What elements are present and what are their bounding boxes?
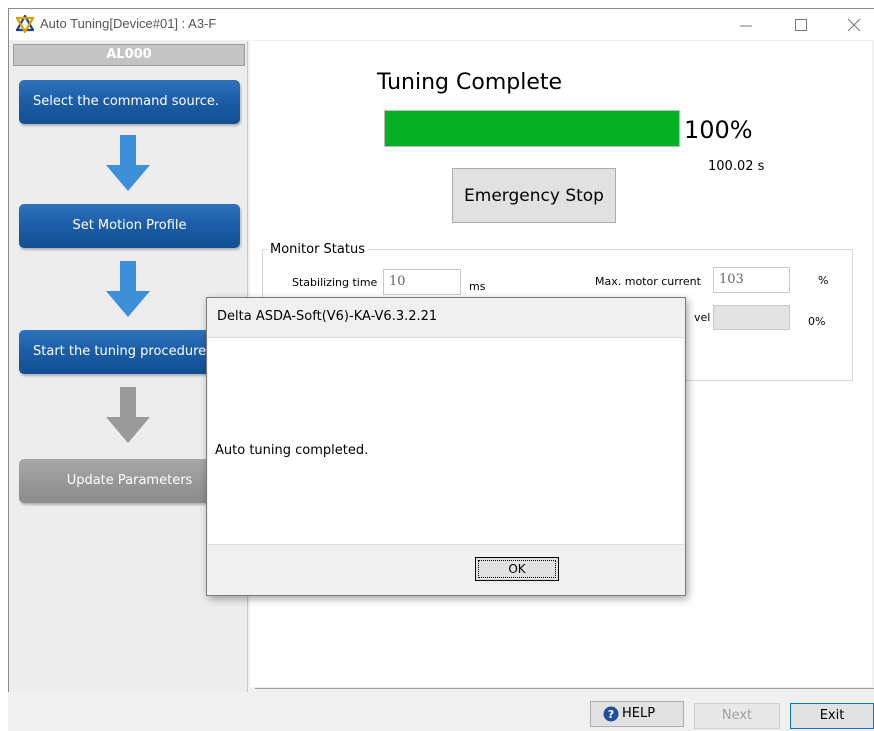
stabilizing-time-unit: ms: [469, 280, 486, 293]
progress-fill: [385, 111, 679, 146]
dialog-message: Auto tuning completed.: [215, 443, 369, 458]
stabilizing-time-field: 10: [383, 269, 461, 295]
svg-text:?: ?: [608, 708, 614, 721]
step-label: Select the command source.: [33, 94, 220, 109]
help-button[interactable]: ? HELP: [590, 701, 684, 727]
exit-button[interactable]: Exit: [790, 703, 874, 729]
title-bar[interactable]: Auto Tuning[Device#01] : A3-F: [9, 9, 874, 40]
tuning-status-title: Tuning Complete: [377, 70, 563, 95]
alarm-code: AL000: [13, 44, 245, 66]
level-label: vel: [694, 311, 711, 324]
emergency-stop-button[interactable]: Emergency Stop: [452, 168, 616, 223]
dialog-body: Auto tuning completed.: [208, 337, 684, 545]
arrow-down-icon: [106, 387, 150, 443]
elapsed-time: 100.02 s: [708, 159, 765, 174]
delta-logo-icon: [16, 15, 34, 33]
stabilizing-time-label: Stabilizing time: [292, 276, 378, 289]
question-circle-icon: ?: [603, 706, 619, 722]
level-unit: 0%: [808, 315, 826, 328]
max-motor-current-label: Max. motor current: [595, 275, 701, 288]
progress-percent: 100%: [684, 116, 753, 144]
bottom-separator: [255, 688, 874, 689]
help-label: HELP: [622, 706, 656, 721]
step-label: Set Motion Profile: [72, 218, 187, 233]
next-button: Next: [694, 703, 780, 729]
window-title: Auto Tuning[Device#01] : A3-F: [40, 16, 217, 31]
message-dialog: Delta ASDA-Soft(V6)-KA-V6.3.2.21 Auto tu…: [206, 297, 686, 596]
max-motor-current-field: 103: [713, 267, 790, 293]
maximize-icon[interactable]: [792, 16, 810, 34]
tuning-progress-bar: [384, 110, 680, 147]
monitor-status-legend: Monitor Status: [267, 242, 368, 257]
level-field: [713, 305, 790, 330]
step-set-motion-profile[interactable]: Set Motion Profile: [19, 204, 240, 248]
max-motor-current-unit: %: [818, 274, 829, 287]
step-select-command-source[interactable]: Select the command source.: [19, 80, 240, 124]
arrow-down-icon: [106, 135, 150, 191]
dialog-title: Delta ASDA-Soft(V6)-KA-V6.3.2.21: [217, 309, 438, 324]
arrow-down-icon: [106, 261, 150, 317]
step-label: Start the tuning procedure: [33, 344, 207, 359]
close-icon[interactable]: [845, 16, 863, 34]
ok-button[interactable]: OK: [475, 557, 559, 581]
minimize-icon[interactable]: [737, 16, 755, 34]
